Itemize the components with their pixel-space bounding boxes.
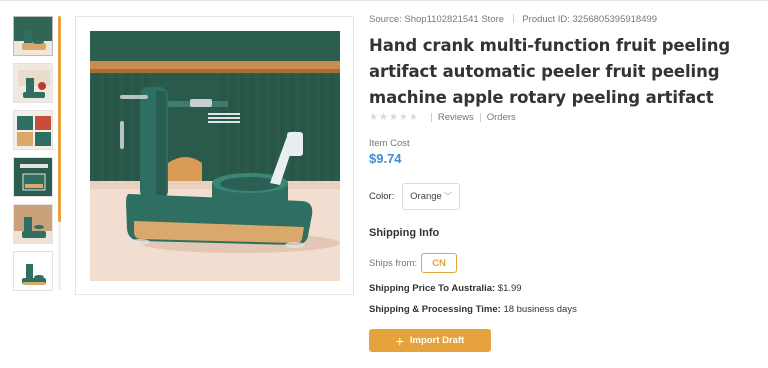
rating-divider (479, 113, 481, 122)
shipping-price-value: $1.99 (497, 283, 522, 294)
shipping-time-label: Shipping & Processing Time: (369, 304, 501, 315)
shipping-time-row: Shipping & Processing Time: 18 business … (369, 304, 577, 315)
thumbnail-4[interactable] (13, 157, 53, 197)
thumbnail-scrollbar-thumb[interactable] (58, 16, 61, 222)
import-draft-label: Import Draft (409, 335, 465, 346)
ships-from-option-cn[interactable]: CN (421, 253, 457, 273)
thumbnail-2[interactable] (13, 63, 53, 103)
rating-row: ★★★★★ Reviews Orders (369, 112, 516, 123)
color-select-value: Orange (410, 191, 442, 202)
shipping-price-label: Shipping Price To Australia: (369, 283, 496, 294)
item-cost-value: $9.74 (369, 151, 402, 166)
star-rating-icon: ★★★★★ (369, 112, 419, 123)
rating-divider (430, 113, 432, 122)
top-divider (0, 0, 768, 1)
peeler-machine-image (90, 31, 340, 281)
source-meta: Source: Shop1102821541 Store Product ID:… (369, 14, 657, 25)
shipping-info-heading: Shipping Info (369, 227, 440, 239)
color-label: Color: (369, 191, 395, 202)
main-product-image[interactable] (75, 16, 354, 295)
reviews-link[interactable]: Reviews (438, 112, 474, 123)
item-cost-label: Item Cost (369, 138, 410, 149)
shipping-time-value: 18 business days (503, 304, 577, 315)
product-title: Hand crank multi-function fruit peeling … (369, 36, 731, 107)
source-store[interactable]: Shop1102821541 Store (404, 14, 504, 25)
orders-link[interactable]: Orders (487, 112, 516, 123)
plus-icon: + (395, 332, 404, 349)
product-id-value: 3256805395918499 (572, 14, 658, 25)
ships-from-label: Ships from: (369, 258, 418, 269)
thumbnail-5[interactable] (13, 204, 53, 244)
shipping-price-row: Shipping Price To Australia: $1.99 (369, 283, 522, 294)
thumbnail-1[interactable] (13, 16, 53, 56)
product-id-label: Product ID: (522, 14, 570, 25)
color-select[interactable]: Orange ﹀ (402, 183, 460, 210)
meta-divider (512, 14, 514, 23)
thumbnail-3[interactable] (13, 110, 53, 150)
source-label: Source: (369, 14, 402, 25)
thumbnail-6[interactable] (13, 251, 53, 291)
import-draft-button[interactable]: + Import Draft (369, 329, 491, 352)
chevron-down-icon: ﹀ (443, 192, 452, 201)
thumbnail-list (13, 16, 57, 298)
